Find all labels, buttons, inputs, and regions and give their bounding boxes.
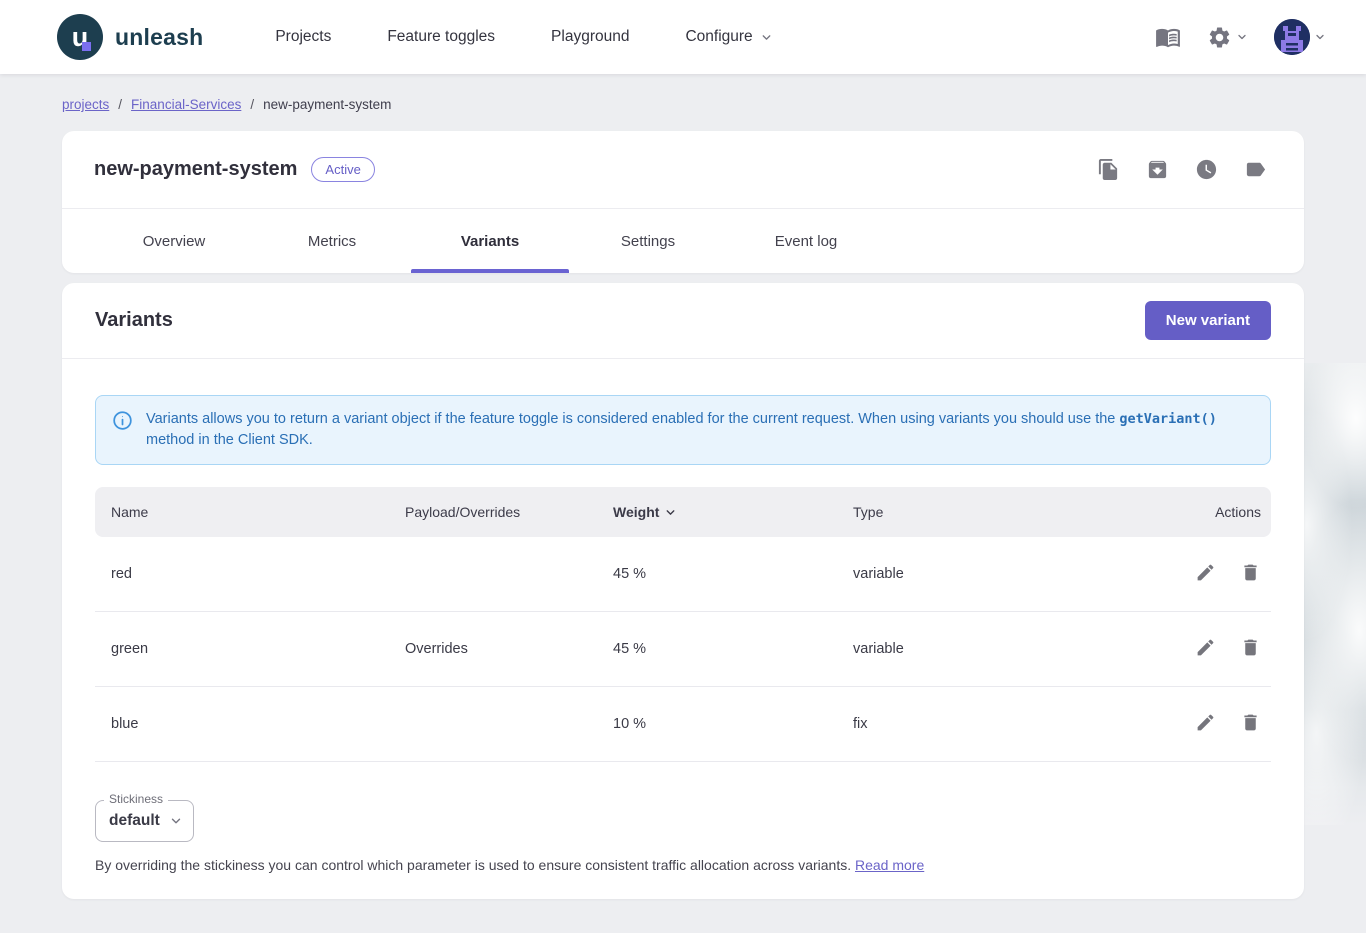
feature-tabs: Overview Metrics Variants Settings Event… [62, 209, 1304, 273]
nav-configure[interactable]: Configure [685, 28, 772, 46]
table-row-green: green Overrides 45 % variable [95, 612, 1271, 687]
stickiness-field: Stickiness default [95, 800, 194, 842]
alert-text: Variants allows you to return a variant … [146, 409, 1254, 451]
variant-name: red [95, 566, 405, 582]
variant-weight: 45 % [613, 641, 853, 657]
stickiness-select[interactable]: default [95, 800, 194, 842]
col-header-type: Type [853, 504, 1151, 520]
edit-pencil-icon[interactable] [1195, 562, 1216, 587]
tag-icon[interactable] [1244, 158, 1267, 181]
stickiness-label: Stickiness [104, 792, 168, 806]
main-nav: Projects Feature toggles Playground Conf… [275, 28, 772, 46]
variant-weight: 10 % [613, 716, 853, 732]
tab-overview[interactable]: Overview [95, 209, 253, 273]
table-row-blue: blue 10 % fix [95, 687, 1271, 762]
top-navbar: u unleash Projects Feature toggles Playg… [0, 0, 1366, 74]
history-clock-icon[interactable] [1195, 158, 1218, 181]
col-header-name: Name [95, 504, 405, 520]
feature-title: new-payment-system [94, 158, 297, 181]
settings-gear-button[interactable] [1207, 25, 1248, 50]
chevron-down-icon [1314, 31, 1326, 43]
breadcrumb: projects / Financial-Services / new-paym… [62, 97, 1366, 112]
navbar-right [1155, 19, 1326, 55]
nav-playground[interactable]: Playground [551, 28, 629, 46]
variant-type: variable [853, 566, 1151, 582]
panel-title: Variants [95, 309, 173, 332]
tab-metrics[interactable]: Metrics [253, 209, 411, 273]
stickiness-value: default [109, 812, 160, 830]
code-get-variant: getVariant() [1119, 411, 1217, 427]
col-header-actions: Actions [1151, 504, 1271, 520]
variant-name: green [95, 641, 405, 657]
tab-event-log[interactable]: Event log [727, 209, 885, 273]
breadcrumb-project-name[interactable]: Financial-Services [131, 97, 241, 112]
edit-pencil-icon[interactable] [1195, 637, 1216, 662]
variant-type: fix [853, 716, 1151, 732]
feature-header-card: new-payment-system Active Overview Metri… [62, 131, 1304, 273]
breadcrumb-separator: / [118, 97, 122, 112]
chevron-down-icon [1236, 31, 1248, 43]
chevron-down-icon [169, 814, 183, 828]
variant-name: blue [95, 716, 405, 732]
sort-chevron-down-icon [664, 506, 677, 519]
info-icon [112, 410, 133, 431]
table-header-row: Name Payload/Overrides Weight Type Actio… [95, 487, 1271, 537]
tab-settings[interactable]: Settings [569, 209, 727, 273]
feature-actions [1097, 158, 1267, 181]
edit-pencil-icon[interactable] [1195, 712, 1216, 737]
breadcrumb-current: new-payment-system [263, 97, 391, 112]
new-variant-button[interactable]: New variant [1145, 301, 1271, 340]
chevron-down-icon [760, 31, 773, 44]
table-row-red: red 45 % variable [95, 537, 1271, 612]
delete-trash-icon[interactable] [1240, 637, 1261, 662]
status-badge: Active [311, 157, 374, 182]
stickiness-description: By overriding the stickiness you can con… [95, 857, 1271, 873]
user-menu[interactable] [1274, 19, 1326, 55]
breadcrumb-separator: / [250, 97, 254, 112]
variant-weight: 45 % [613, 566, 853, 582]
unleash-logo[interactable]: u unleash [57, 14, 203, 60]
docs-book-icon[interactable] [1155, 24, 1181, 50]
breadcrumb-projects[interactable]: projects [62, 97, 109, 112]
brand-name: unleash [115, 24, 203, 51]
delete-trash-icon[interactable] [1240, 712, 1261, 737]
variants-panel: Variants New variant Variants allows you… [62, 283, 1304, 899]
copy-icon[interactable] [1097, 158, 1120, 181]
nav-projects[interactable]: Projects [275, 28, 331, 46]
variant-type: variable [853, 641, 1151, 657]
variants-info-alert: Variants allows you to return a variant … [95, 395, 1271, 465]
nav-feature-toggles[interactable]: Feature toggles [387, 28, 495, 46]
read-more-link[interactable]: Read more [855, 857, 924, 873]
delete-trash-icon[interactable] [1240, 562, 1261, 587]
col-header-payload: Payload/Overrides [405, 504, 613, 520]
archive-icon[interactable] [1146, 158, 1169, 181]
user-avatar [1274, 19, 1310, 55]
unleash-logo-icon: u [57, 14, 103, 60]
gear-icon [1207, 25, 1232, 50]
tab-variants[interactable]: Variants [411, 209, 569, 273]
variant-payload: Overrides [405, 641, 613, 657]
col-header-weight-sort[interactable]: Weight [613, 504, 853, 520]
variants-table: Name Payload/Overrides Weight Type Actio… [95, 487, 1271, 762]
